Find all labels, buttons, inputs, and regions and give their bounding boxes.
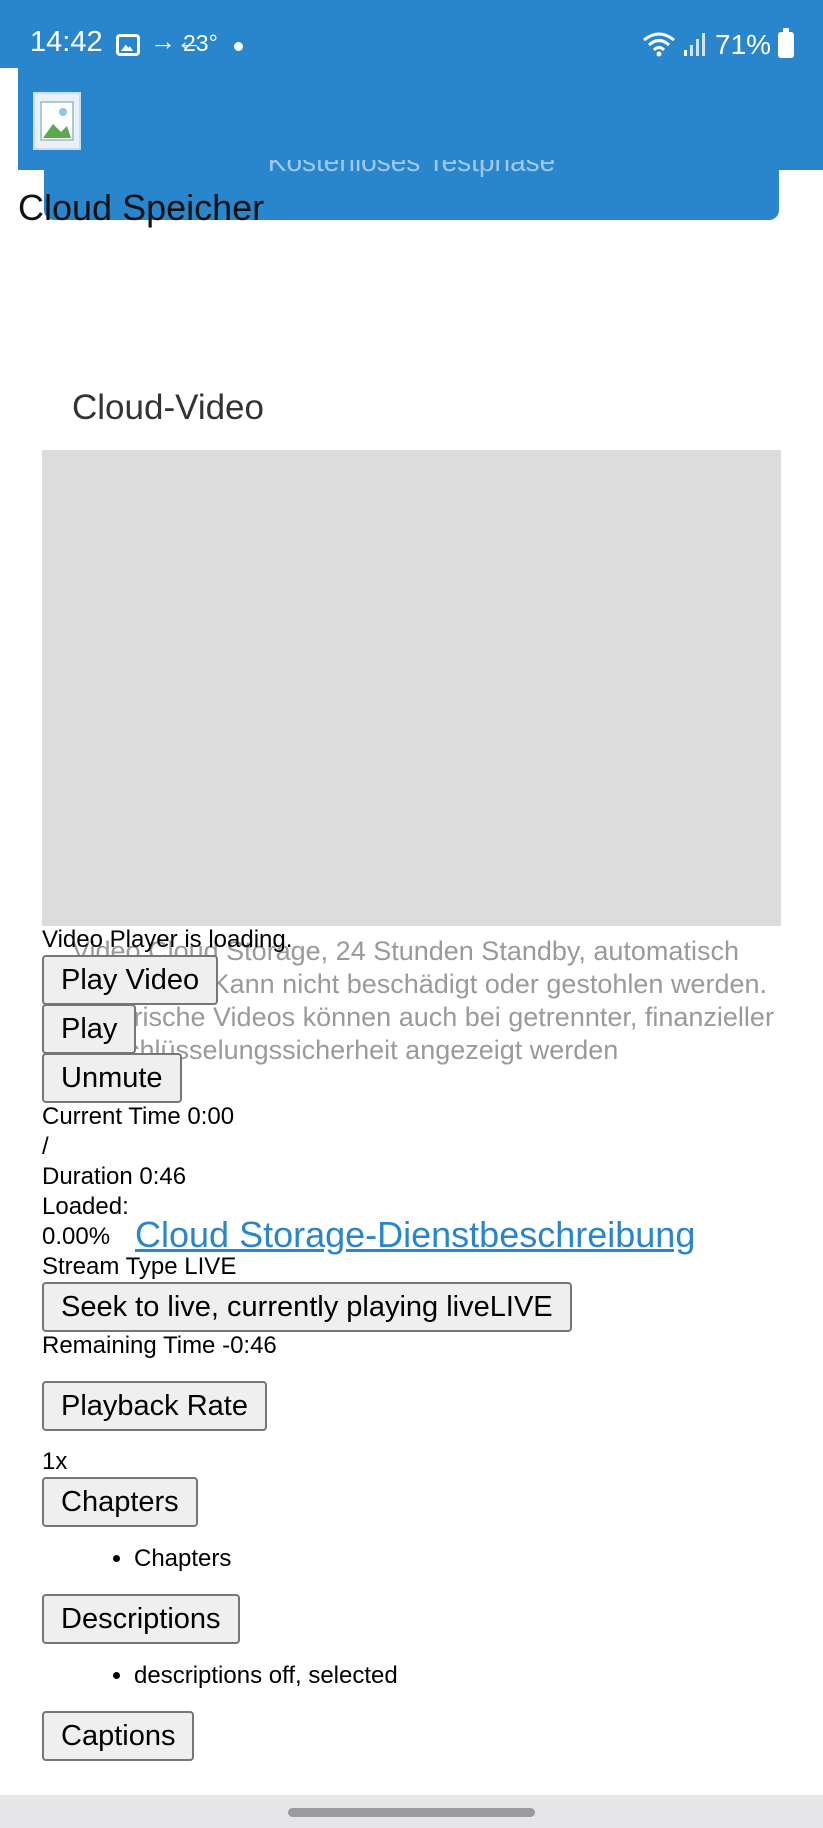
cell-signal-icon [684, 33, 705, 56]
notification-dot-icon [234, 42, 243, 51]
broken-image-icon [33, 92, 81, 150]
stream-type: Stream Type LIVE [42, 1253, 237, 1280]
battery-percent: 71% [715, 29, 772, 60]
home-gesture-handle[interactable] [288, 1808, 535, 1817]
status-bar: 14:42 →← 23° 71% [0, 0, 823, 68]
video-player[interactable] [42, 450, 781, 926]
wifi-icon [643, 32, 675, 57]
chapters-button[interactable]: Chapters [42, 1477, 198, 1527]
remaining-time: Remaining Time -0:46 [42, 1332, 277, 1359]
playback-rate-value: 1x [42, 1448, 68, 1475]
duration: Duration 0:46 [42, 1163, 187, 1190]
video-player-controls: Video Player is loading. Play Video Play… [42, 925, 782, 1761]
descriptions-menu-item[interactable]: descriptions off, selected [134, 1661, 782, 1691]
descriptions-button[interactable]: Descriptions [42, 1594, 240, 1644]
seek-to-live-button[interactable]: Seek to live, currently playing liveLIVE [42, 1282, 572, 1332]
status-time: 14:42 [30, 26, 103, 58]
battery-icon [778, 28, 794, 58]
weather-temperature: 23° [183, 30, 218, 56]
playback-rate-button[interactable]: Playback Rate [42, 1381, 267, 1431]
section-title: Cloud-Video [72, 388, 264, 427]
loaded-label: Loaded: [42, 1193, 129, 1220]
time-separator: / [42, 1133, 49, 1160]
play-video-button[interactable]: Play Video [42, 955, 219, 1005]
play-button[interactable]: Play [42, 1004, 137, 1054]
descriptions-menu: descriptions off, selected [134, 1643, 782, 1711]
gallery-notification-icon [116, 34, 140, 56]
captions-button[interactable]: Captions [42, 1711, 195, 1761]
chapters-menu-item[interactable]: Chapters [134, 1544, 782, 1574]
player-loading-text: Video Player is loading. [42, 926, 293, 953]
page-title: Cloud Speicher [18, 187, 265, 228]
loaded-value: 0.00% [42, 1223, 111, 1250]
unmute-button[interactable]: Unmute [42, 1053, 182, 1103]
app-header [18, 66, 823, 170]
chapters-menu: Chapters [134, 1526, 782, 1594]
promo-card-text: Kostenloses Testphase [267, 160, 556, 177]
current-time: Current Time 0:00 [42, 1103, 235, 1130]
